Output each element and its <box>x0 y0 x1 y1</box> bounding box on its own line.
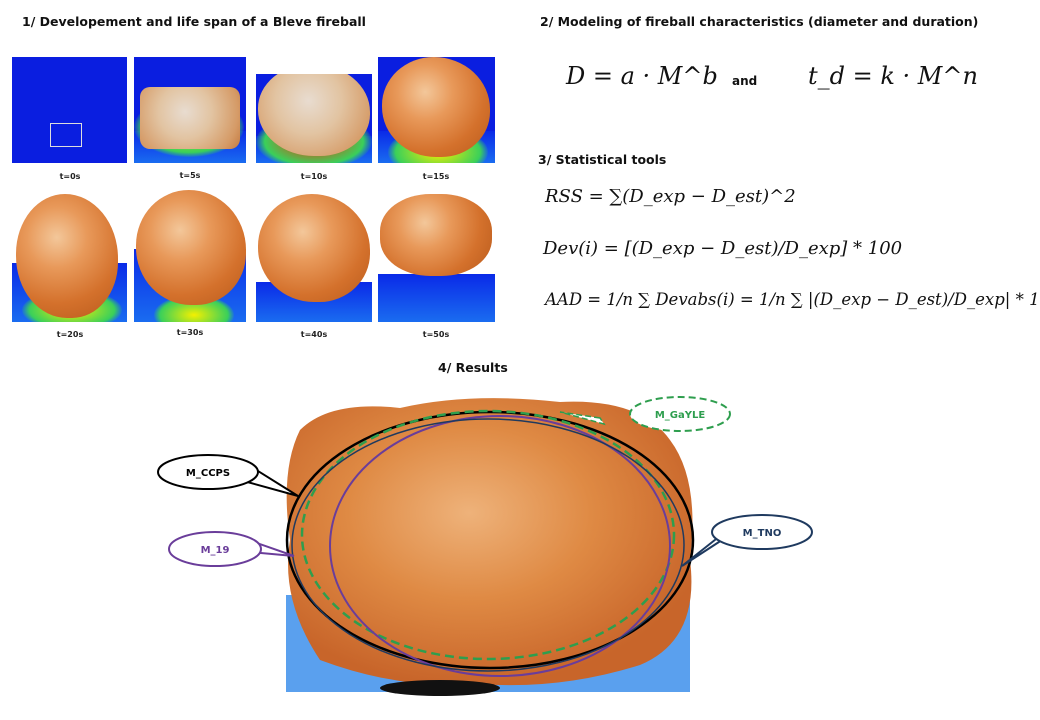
ground-shadow <box>380 680 500 696</box>
figure: 1/ Developement and life span of a Bleve… <box>0 0 1040 720</box>
results-diagram: M_GaYLE M_CCPS M_19 M_TNO <box>157 396 813 696</box>
callout-label: M_19 <box>201 545 230 556</box>
callout-label: M_CCPS <box>186 468 230 479</box>
callout-label: M_GaYLE <box>655 410 706 421</box>
callout-m-tno: M_TNO <box>681 514 813 567</box>
callout-label: M_TNO <box>743 528 782 539</box>
fireball-image <box>286 398 693 686</box>
callout-m-ccps: M_CCPS <box>157 454 299 497</box>
callout-m-19: M_19 <box>168 531 295 567</box>
